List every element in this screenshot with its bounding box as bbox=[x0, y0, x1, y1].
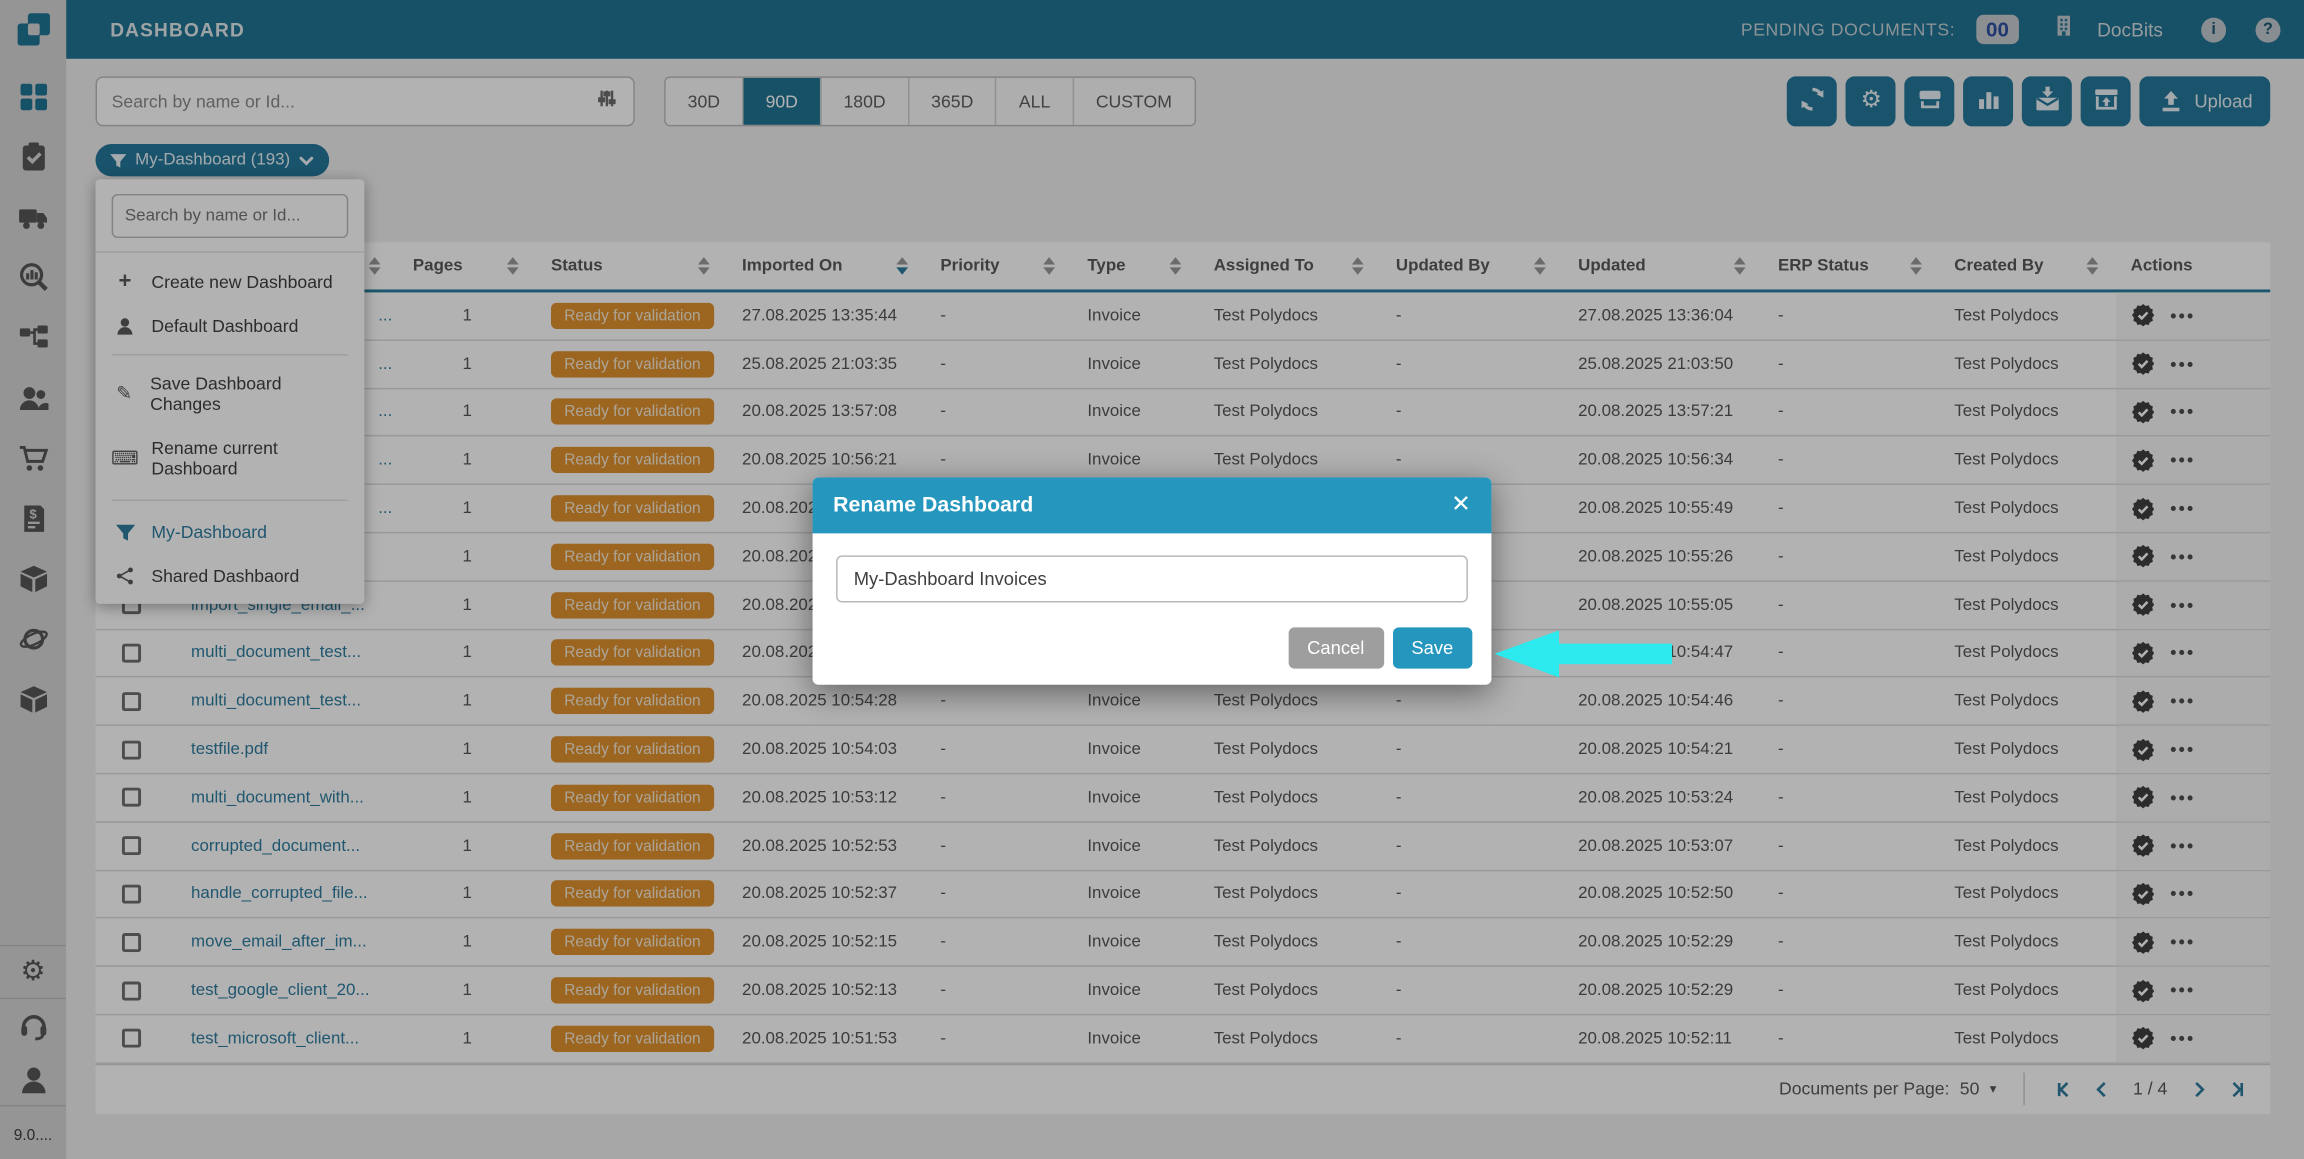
cancel-button[interactable]: Cancel bbox=[1288, 627, 1383, 668]
app-stage: $ ⚙ 9.0.... DASHBOARD PENDING DOCUMENTS:… bbox=[0, 0, 2304, 1159]
close-icon[interactable]: ✕ bbox=[1451, 494, 1471, 518]
rename-dashboard-modal: Rename Dashboard ✕ Cancel Save bbox=[813, 478, 1492, 685]
save-button[interactable]: Save bbox=[1392, 627, 1472, 668]
dashboard-name-input[interactable] bbox=[836, 555, 1468, 602]
modal-title: Rename Dashboard bbox=[833, 494, 1033, 518]
modal-header: Rename Dashboard ✕ bbox=[813, 478, 1492, 534]
annotation-arrow bbox=[1494, 630, 1672, 677]
